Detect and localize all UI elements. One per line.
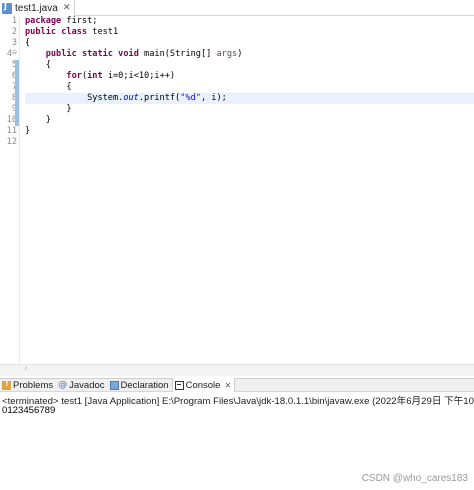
tab-label: Declaration [120,379,169,391]
tab-declaration[interactable]: Declaration [108,378,172,392]
code-text: .printf( [138,93,181,103]
line-number: 3 [11,38,17,48]
editor-tab-label: test1.java [15,2,58,14]
close-icon[interactable]: ✕ [224,381,231,390]
code-line-5: { [25,60,51,71]
console-icon [174,380,184,390]
string-literal: "%d" [180,93,201,103]
line-number: 11 [6,126,17,136]
code-line-10: } [25,115,51,126]
tab-javadoc[interactable]: @ Javadoc [56,378,107,392]
tab-label: Console [185,379,221,391]
code-editor[interactable]: 1 2 3 4 ⊖ 5 6 7 8 9 10 11 12 package fir… [0,16,474,364]
code-text: ) [237,49,243,59]
parameter-name: args [216,49,238,59]
keyword: for [66,71,82,81]
editor-tabbar: test1.java ✕ [0,0,474,16]
console-status-line: <terminated> test1 [Java Application] E:… [2,396,474,407]
code-text: { [25,38,31,48]
keyword: public [25,27,57,37]
watermark: CSDN @who_cares183 [361,473,468,484]
tab-label: Javadoc [69,379,105,391]
code-text: System. [87,93,124,103]
code-text: i=0;i<10;i++) [102,71,176,81]
code-line-8: System.out.printf("%d", i); [25,93,227,104]
editor-tab-test1-java[interactable]: test1.java ✕ [0,0,76,16]
code-text: , i); [200,93,227,103]
tab-console[interactable]: Console ✕ [171,378,236,392]
scroll-left-icon[interactable]: ‹ [24,364,28,374]
java-file-icon [2,2,12,14]
code-line-7: { [25,82,72,93]
code-text: main(String[] [138,49,217,59]
keyword: class [61,27,88,37]
keyword: void [118,49,139,59]
code-line-6: for(int i=0;i<10;i++) [25,71,175,82]
code-text: { [66,82,72,92]
code-line-9: } [25,104,72,115]
horizontal-scrollbar[interactable]: ‹ [0,364,474,376]
static-field: out [123,93,139,103]
code-line-4: public static void main(String[] args) [25,49,243,60]
problems-icon [2,379,11,390]
code-text: test1 [87,27,119,37]
keyword: static [81,49,113,59]
code-line-11: } [25,126,30,137]
javadoc-icon: @ [58,379,68,390]
keyword: public [45,49,77,59]
console-view[interactable]: <terminated> test1 [Java Application] E:… [0,392,474,490]
tab-label: Problems [13,379,54,391]
line-number: 2 [11,27,17,37]
ruler-divider [19,16,20,364]
code-line-2: public class test1 [25,27,118,38]
code-text: } [25,126,31,136]
code-text: first; [61,16,98,26]
keyword: package [25,16,62,26]
console-output: 0123456789 [2,405,56,416]
code-area[interactable]: package first; public class test1 { publ… [25,16,473,364]
close-icon[interactable]: ✕ [63,3,71,13]
code-line-1: package first; [25,16,97,27]
keyword: int [87,71,103,81]
declaration-icon [109,380,119,390]
code-line-3: { [25,38,30,49]
tab-problems[interactable]: Problems [0,378,56,392]
line-number: 4 [6,49,12,59]
fold-toggle-icon[interactable]: ⊖ [12,49,17,56]
views-tabbar: Problems @ Javadoc Declaration Console ✕ [0,378,474,392]
line-number: 12 [6,137,17,147]
code-text: } [66,104,72,114]
code-text: { [45,60,51,70]
line-number: 1 [11,16,17,26]
code-text: } [45,115,51,125]
